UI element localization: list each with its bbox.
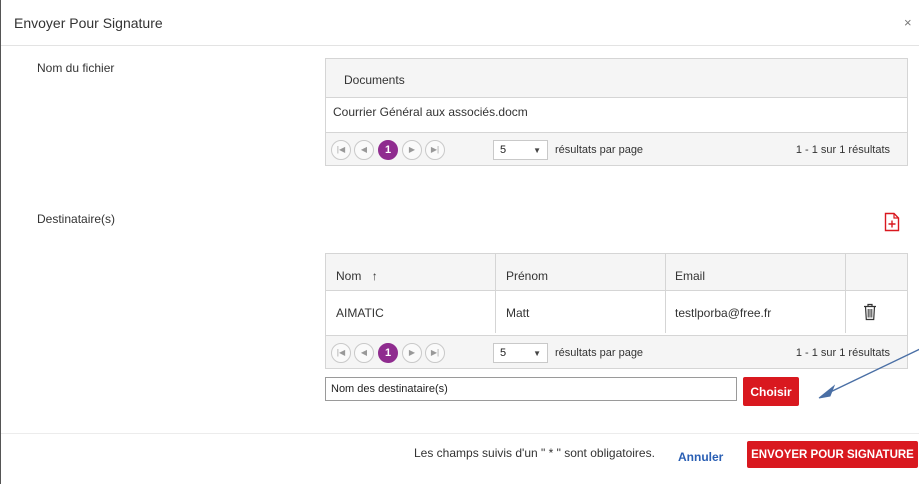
cancel-button[interactable]: Annuler: [678, 450, 723, 464]
required-fields-note: Les champs suivis d'un " * " sont obliga…: [414, 446, 655, 460]
send-for-signature-dialog: Envoyer Pour Signature × Nom du fichier …: [0, 0, 919, 484]
send-for-signature-button[interactable]: ENVOYER POUR SIGNATURE: [747, 441, 918, 468]
footer-divider: [1, 433, 919, 434]
annotation-arrow: [818, 348, 919, 399]
